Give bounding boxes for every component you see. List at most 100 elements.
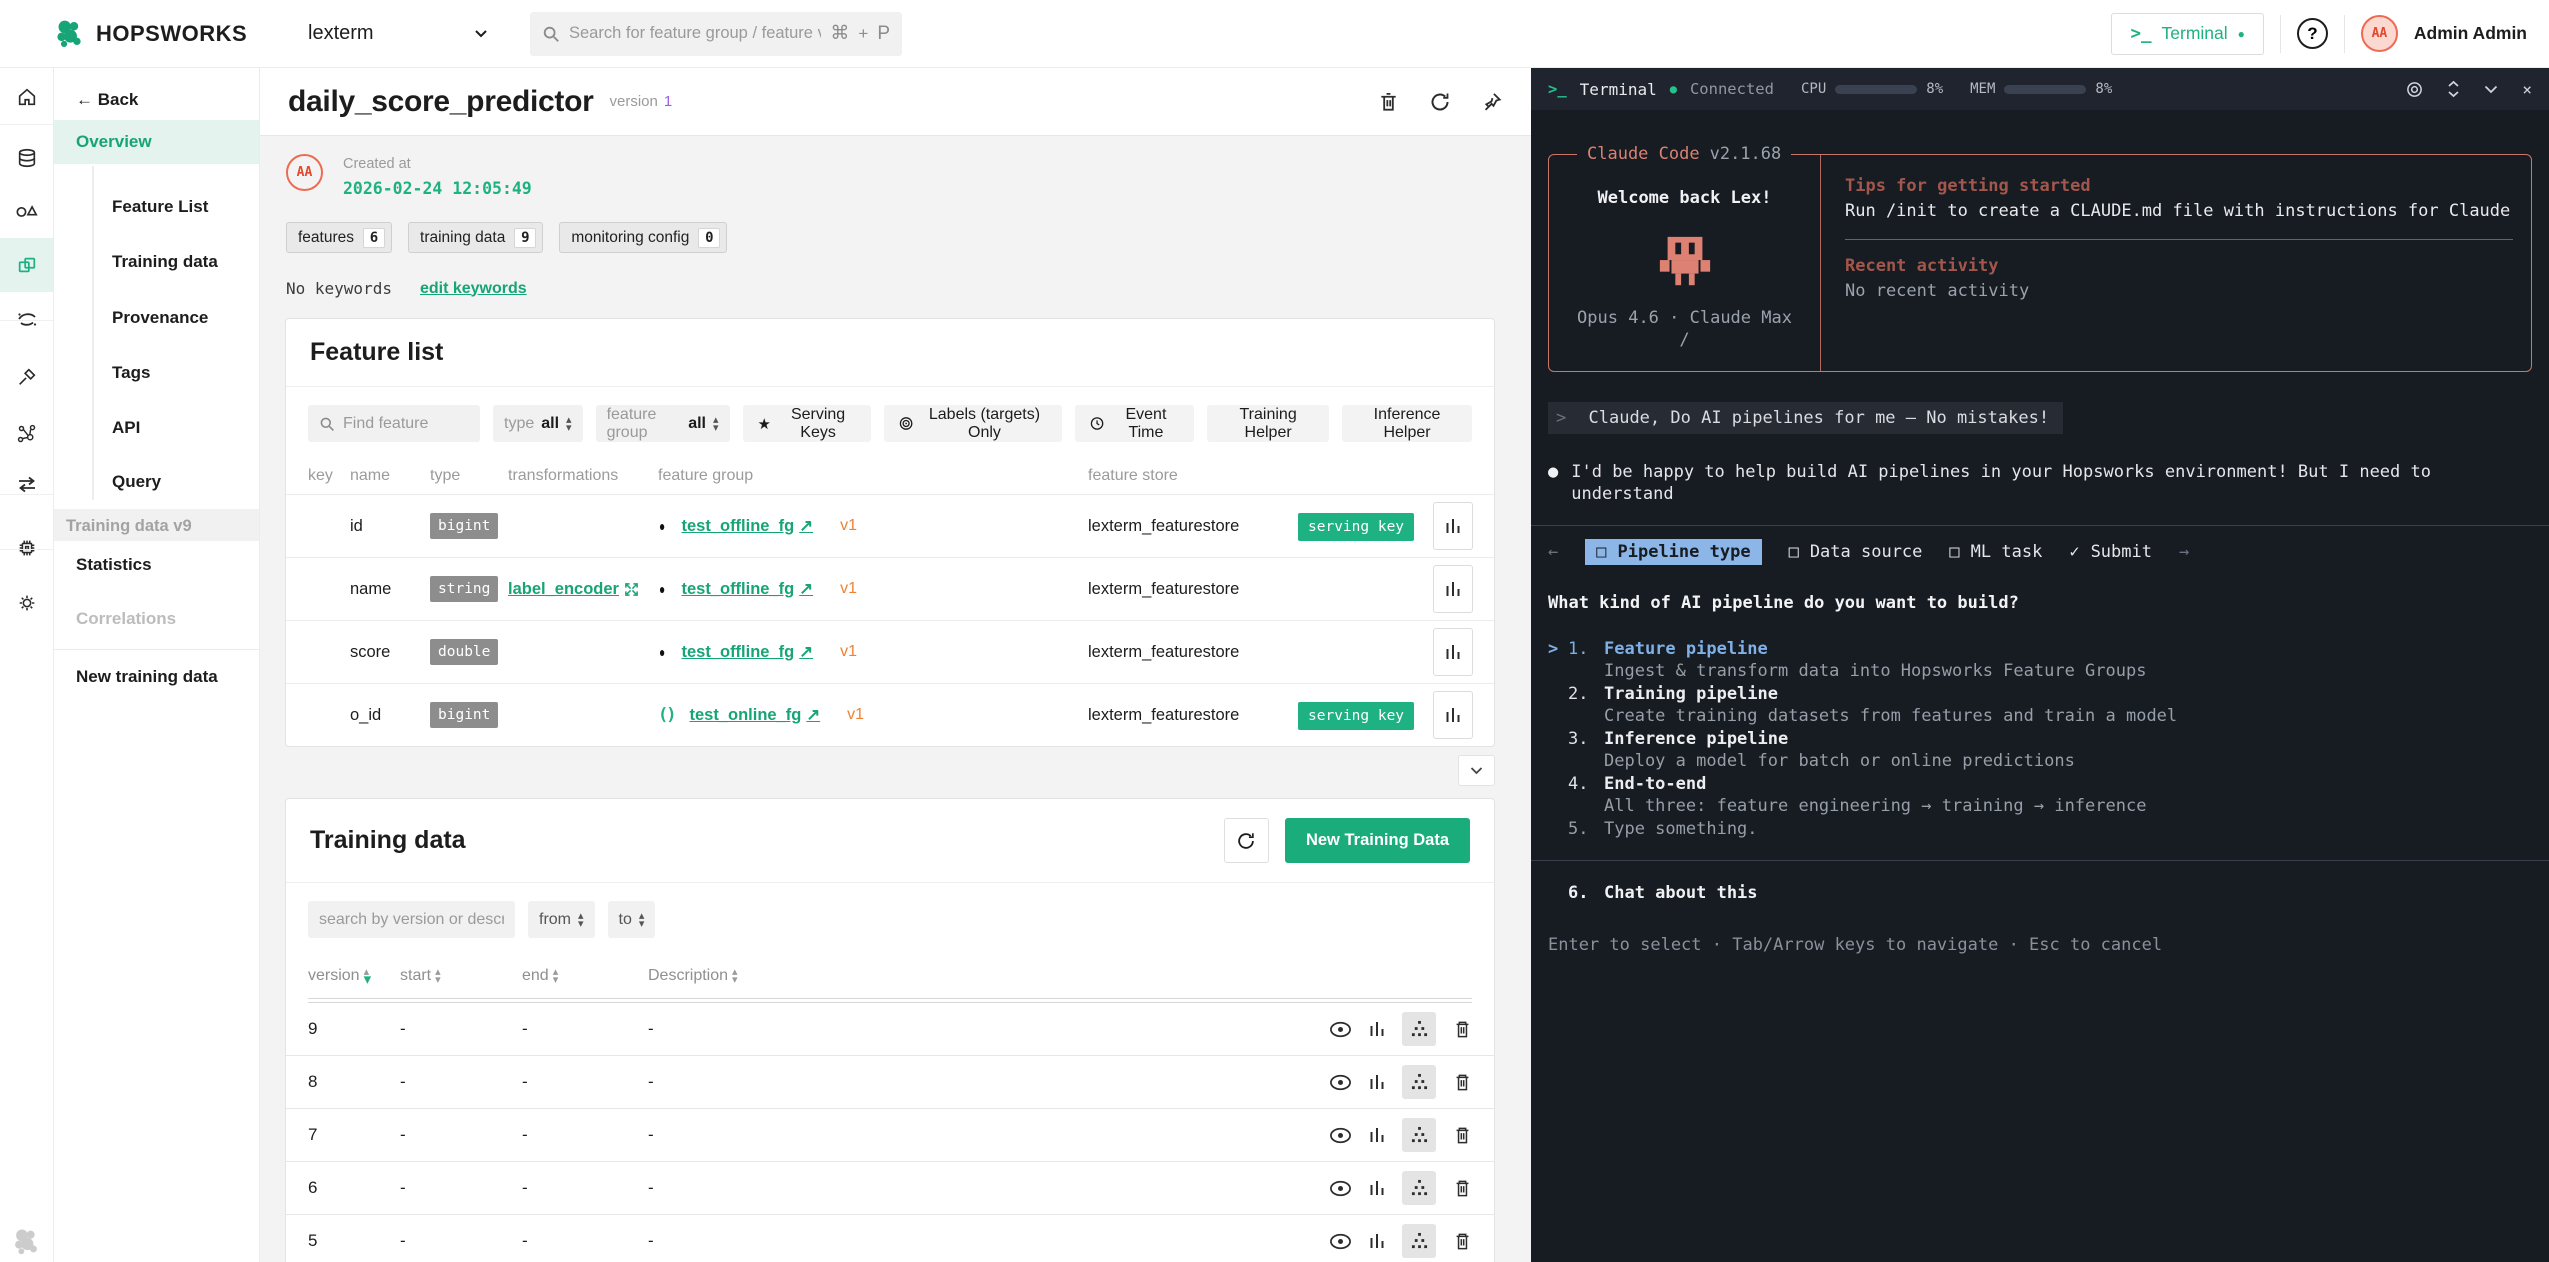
to-filter[interactable]: to ▴ ▾	[607, 901, 656, 938]
preview-button[interactable]	[1329, 1074, 1352, 1091]
refresh-training-data-button[interactable]	[1223, 818, 1269, 863]
sidebar-item-overview[interactable]: Overview	[76, 132, 152, 152]
option-end-to-end[interactable]: 4. End-to-end All three: feature enginee…	[1548, 773, 2532, 818]
delete-button[interactable]	[1377, 90, 1400, 114]
project-selector[interactable]: lexterm	[308, 22, 488, 45]
feature-group-link[interactable]: test_offline_fg ↗	[681, 642, 813, 662]
option-inference-pipeline[interactable]: 3. Inference pipeline Deploy a model for…	[1548, 728, 2532, 773]
statistics-button[interactable]	[1369, 1179, 1385, 1197]
rail-chip-button[interactable]	[0, 521, 53, 575]
find-feature-search[interactable]	[308, 405, 480, 442]
pin-button[interactable]	[1480, 90, 1503, 114]
feature-statistics-button[interactable]	[1433, 628, 1473, 676]
steps-right-arrow[interactable]: →	[2179, 542, 2189, 562]
training-search-input[interactable]	[319, 910, 504, 929]
rail-database-button[interactable]	[0, 131, 53, 185]
serving-keys-button[interactable]: ★ Serving Keys	[742, 405, 872, 442]
option-feature-pipeline[interactable]: > 1. Feature pipeline Ingest & transform…	[1548, 638, 2532, 683]
hopsworks-logo[interactable]: HOPSWORKS	[0, 17, 260, 51]
preview-button[interactable]	[1329, 1233, 1352, 1250]
step-submit[interactable]: ✓ Submit	[2069, 541, 2152, 563]
feature-group-link[interactable]: test_offline_fg ↗	[681, 516, 813, 536]
expand-feature-list-button[interactable]	[1458, 755, 1495, 786]
feature-statistics-button[interactable]	[1433, 565, 1473, 613]
training-helper-button[interactable]: Training Helper	[1207, 405, 1330, 442]
option-chat-about-this[interactable]: 6. Chat about this	[1548, 882, 2532, 904]
sort-start[interactable]: start ▴ ▾	[400, 967, 522, 986]
sidebar-item-training-data[interactable]: Training data	[112, 252, 218, 272]
sort-description[interactable]: Description ▴ ▾	[648, 967, 1254, 986]
inference-helper-button[interactable]: Inference Helper	[1342, 405, 1472, 442]
terminal-toggle-button[interactable]: >_ Terminal ●	[2111, 12, 2264, 55]
steps-left-arrow[interactable]: ←	[1548, 542, 1558, 562]
find-feature-input[interactable]	[343, 414, 469, 433]
statistics-button[interactable]	[1369, 1073, 1385, 1091]
delete-button[interactable]	[1453, 1178, 1472, 1199]
delete-button[interactable]	[1453, 1231, 1472, 1252]
back-button[interactable]: ← Back	[76, 90, 138, 110]
rail-shapes-button[interactable]	[0, 184, 53, 238]
edit-keywords-link[interactable]: edit keywords	[420, 280, 527, 298]
help-button[interactable]: ?	[2296, 18, 2328, 49]
terminal-settings-button[interactable]	[2406, 81, 2423, 98]
sidebar-item-api[interactable]: API	[112, 418, 140, 438]
sidebar-item-query[interactable]: Query	[112, 472, 161, 492]
statistics-button[interactable]	[1369, 1126, 1385, 1144]
provenance-button[interactable]	[1402, 1118, 1436, 1152]
rail-home-button[interactable]	[0, 70, 53, 124]
rail-graph-button[interactable]	[0, 407, 53, 461]
provenance-button[interactable]	[1402, 1065, 1436, 1099]
rail-hammer-button[interactable]	[0, 350, 53, 404]
rail-settings-button[interactable]	[0, 576, 53, 630]
sort-version[interactable]: version ▴ ▾	[308, 967, 400, 988]
sidebar-item-provenance[interactable]: Provenance	[112, 308, 208, 328]
rail-swap-button[interactable]	[0, 457, 53, 511]
option-training-pipeline[interactable]: 2. Training pipeline Create training dat…	[1548, 683, 2532, 728]
rail-curves-button[interactable]	[0, 292, 53, 346]
feature-group-link[interactable]: test_offline_fg ↗	[681, 579, 813, 599]
transformation-link[interactable]: label_encoder	[508, 580, 639, 599]
sort-end[interactable]: end ▴ ▾	[522, 967, 648, 986]
step-pipeline-type[interactable]: □ Pipeline type	[1585, 539, 1762, 565]
user-avatar[interactable]: AA	[2360, 15, 2398, 52]
training-data-title: Training data	[310, 826, 466, 854]
step-ml-task[interactable]: □ ML task	[1949, 541, 2042, 563]
preview-button[interactable]	[1329, 1021, 1352, 1038]
global-search-input[interactable]	[569, 24, 822, 43]
feature-group-link[interactable]: test_online_fg ↗	[689, 705, 820, 725]
sidebar-item-tags[interactable]: Tags	[112, 363, 150, 383]
terminal-minimize-button[interactable]	[2484, 85, 2498, 94]
option-type-something[interactable]: 5. Type something.	[1548, 818, 2532, 840]
training-data-filters: from ▴▾ to ▴▾	[286, 883, 1494, 954]
preview-button[interactable]	[1329, 1180, 1352, 1197]
provenance-button[interactable]	[1402, 1224, 1436, 1258]
statistics-button[interactable]	[1369, 1020, 1385, 1038]
delete-button[interactable]	[1453, 1019, 1472, 1040]
sidebar-item-statistics[interactable]: Statistics	[76, 555, 152, 575]
provenance-button[interactable]	[1402, 1171, 1436, 1205]
delete-button[interactable]	[1453, 1125, 1472, 1146]
terminal-expand-button[interactable]	[2447, 80, 2460, 98]
preview-button[interactable]	[1329, 1127, 1352, 1144]
feature-statistics-button[interactable]	[1433, 691, 1473, 739]
terminal-close-button[interactable]: ×	[2522, 80, 2532, 99]
sidebar-item-correlations[interactable]: Correlations	[76, 609, 176, 629]
training-search[interactable]	[308, 901, 515, 938]
event-time-button[interactable]: Event Time	[1074, 405, 1195, 442]
feature-group-filter[interactable]: feature group all ▴ ▾	[595, 405, 730, 442]
rail-feature-view-button[interactable]	[0, 238, 53, 292]
refresh-button[interactable]	[1428, 90, 1452, 114]
step-data-source[interactable]: □ Data source	[1789, 541, 1923, 563]
provenance-button[interactable]	[1402, 1012, 1436, 1046]
new-training-data-button[interactable]: New Training Data	[1284, 818, 1470, 863]
sidebar-item-new-training-data[interactable]: New training data	[76, 667, 218, 687]
labels-only-button[interactable]: Labels (targets) Only	[884, 405, 1062, 442]
feature-statistics-button[interactable]	[1433, 502, 1473, 550]
type-filter[interactable]: type all ▴ ▾	[493, 405, 583, 442]
delete-button[interactable]	[1453, 1072, 1472, 1093]
global-search[interactable]: ⌘ + P	[530, 11, 902, 56]
sidebar-item-feature-list[interactable]: Feature List	[112, 197, 208, 217]
from-filter[interactable]: from ▴ ▾	[528, 901, 595, 938]
statistics-button[interactable]	[1369, 1232, 1385, 1250]
created-at-value[interactable]: 2026-02-24 12:05:49	[343, 179, 532, 198]
